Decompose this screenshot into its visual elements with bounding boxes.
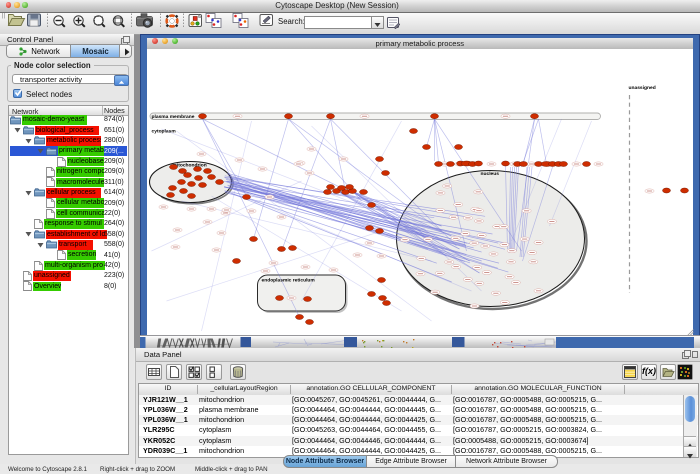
svg-text:unassigned: unassigned (628, 85, 655, 91)
svg-text:plasma membrane: plasma membrane (151, 114, 194, 120)
svg-text:nucleus: nucleus (480, 171, 499, 177)
svg-text:cytoplasm: cytoplasm (151, 129, 176, 135)
svg-text:endoplasmic reticulum: endoplasmic reticulum (261, 278, 315, 284)
